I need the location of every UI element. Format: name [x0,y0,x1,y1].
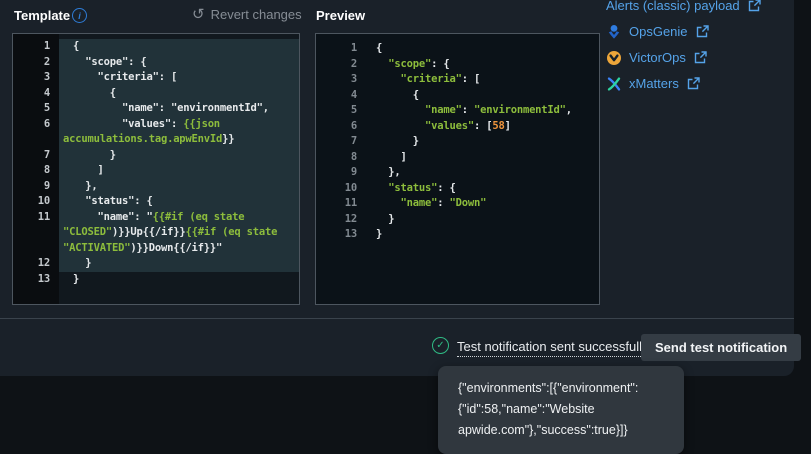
code-row: 4 { [316,88,599,104]
line-number: 9 [316,165,366,181]
line-number: 7 [316,134,366,150]
revert-changes-label: Revert changes [211,7,302,22]
revert-icon: ↺ [192,7,205,22]
section-divider [0,318,794,319]
victorops-logo [606,50,622,66]
code-row: 9 }, [13,179,299,195]
line-number: 1 [316,41,366,57]
line-number: 10 [13,194,59,210]
code-row: 8 ] [316,150,599,166]
code-row: accumulations.tag.apwEnvId}} [13,132,299,148]
line-number: 7 [13,148,59,164]
code-row: 11 "name": "{{#if (eq state [13,210,299,226]
code-row: 2 "scope": { [13,55,299,71]
payload-links-list: Alerts (classic) payload OpsGenie VictorOp… [606,0,761,101]
code-row: 13} [316,227,599,243]
line-number: 12 [316,212,366,228]
line-number [13,225,59,241]
line-number: 4 [316,88,366,104]
code-row: 10 "status": { [13,194,299,210]
line-number: 3 [316,72,366,88]
line-number: 11 [316,196,366,212]
link-opsgenie[interactable]: OpsGenie [606,23,761,40]
code-row: 6 "values": [58] [316,119,599,135]
code-row: 11 "name": "Down" [316,196,599,212]
code-row: 3 "criteria": [ [13,70,299,86]
code-row: 4 { [13,86,299,102]
line-number: 5 [316,103,366,119]
template-code-editor[interactable]: 1{2 "scope": {3 "criteria": [4 {5 "name"… [12,33,300,305]
line-number: 5 [13,101,59,117]
preview-section-title: Preview [316,8,365,23]
code-row: 7 } [13,148,299,164]
line-number [13,241,59,257]
code-row: 6 "values": {{json [13,117,299,133]
link-alerts-classic-payload[interactable]: Alerts (classic) payload [606,0,761,14]
line-number: 10 [316,181,366,197]
opsgenie-logo [606,24,622,40]
code-row: 2 "scope": { [316,57,599,73]
line-number: 8 [13,163,59,179]
revert-changes-button[interactable]: ↺ Revert changes [192,7,302,22]
external-link-icon [748,0,761,12]
link-label: Alerts (classic) payload [606,0,740,13]
code-row: 8 ] [13,163,299,179]
code-row: 5 "name": "environmentId", [316,103,599,119]
line-number: 9 [13,179,59,195]
external-link-icon [687,77,700,90]
test-status-message[interactable]: Test notification sent successfully. [457,339,651,357]
line-number: 2 [13,55,59,71]
code-row: 3 "criteria": [ [316,72,599,88]
link-label: OpsGenie [629,24,688,39]
template-section-title: Template [14,8,70,23]
code-row: 12 } [316,212,599,228]
line-number: 12 [13,256,59,272]
line-number: 11 [13,210,59,226]
link-label: xMatters [629,76,679,91]
line-number: 13 [316,227,366,243]
check-circle-icon: ✓ [432,337,449,354]
link-xmatters[interactable]: xMatters [606,75,761,92]
send-test-notification-button[interactable]: Send test notification [641,334,801,361]
xmatters-logo [606,76,622,92]
response-payload-tooltip: {"environments":[{"environment":{"id":58… [438,366,684,454]
code-row: 1{ [316,41,599,57]
line-number: 1 [13,39,59,55]
link-label: VictorOps [629,50,686,65]
code-row: 7 } [316,134,599,150]
preview-code-panel: 1{2 "scope": {3 "criteria": [4 {5 "name"… [315,33,600,305]
template-code-rows: 1{2 "scope": {3 "criteria": [4 {5 "name"… [13,34,299,287]
link-victorops[interactable]: VictorOps [606,49,761,66]
code-row: 5 "name": "environmentId", [13,101,299,117]
code-row: 13} [13,272,299,288]
code-row: 12 } [13,256,299,272]
code-row: "CLOSED")}}Up{{/if}}{{#if (eq state [13,225,299,241]
code-row: "ACTIVATED")}}Down{{/if}}" [13,241,299,257]
line-number: 4 [13,86,59,102]
line-number [13,132,59,148]
info-icon[interactable]: i [72,8,87,23]
line-number: 3 [13,70,59,86]
external-link-icon [696,25,709,38]
line-number: 13 [13,272,59,288]
external-link-icon [694,51,707,64]
line-number: 8 [316,150,366,166]
line-number: 2 [316,57,366,73]
code-row: 10 "status": { [316,181,599,197]
line-number: 6 [13,117,59,133]
code-row: 1{ [13,39,299,55]
preview-code-rows: 1{2 "scope": {3 "criteria": [4 {5 "name"… [316,34,599,243]
line-number: 6 [316,119,366,135]
code-row: 9 }, [316,165,599,181]
